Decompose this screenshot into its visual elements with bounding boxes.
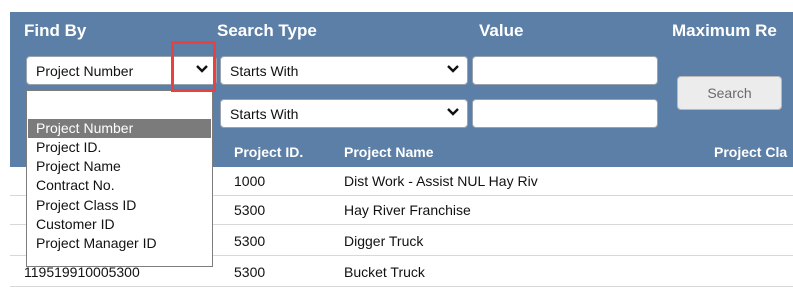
option-project-number[interactable]: Project Number xyxy=(28,119,211,138)
column-project-name[interactable]: Project Name xyxy=(344,144,433,160)
cell-project-id: 5300 xyxy=(234,264,266,280)
option-customer-id[interactable]: Customer ID xyxy=(28,215,211,234)
find-by-dropdown: Project Number Project ID. Project Name … xyxy=(26,90,213,267)
search-page: Find By Search Type Value Maximum Re Pro… xyxy=(0,0,793,290)
cell-project-id: 1000 xyxy=(234,173,266,189)
value-header: Value xyxy=(479,21,524,40)
value-input-1[interactable] xyxy=(472,56,658,85)
annotation-highlight-box xyxy=(171,41,216,92)
search-type-select-2[interactable]: Starts With xyxy=(220,99,468,128)
option-project-name[interactable]: Project Name xyxy=(28,157,211,176)
option-project-manager-id[interactable]: Project Manager ID xyxy=(28,234,211,253)
search-type-select-1[interactable]: Starts With xyxy=(220,56,468,85)
search-button[interactable]: Search xyxy=(677,76,782,110)
value-input-2[interactable] xyxy=(472,99,658,128)
cell-project-id: 5300 xyxy=(234,202,266,218)
option-project-class-id[interactable]: Project Class ID xyxy=(28,196,211,215)
find-by-value: Project Number xyxy=(36,63,134,79)
dropdown-blank-area xyxy=(27,91,212,119)
cell-project-name: Digger Truck xyxy=(344,233,424,249)
find-by-header: Find By xyxy=(24,21,87,40)
option-contract-no[interactable]: Contract No. xyxy=(28,176,211,195)
cell-project-name: Dist Work - Assist NUL Hay Riv xyxy=(344,173,538,189)
search-type-header: Search Type xyxy=(217,21,317,40)
search-type-value-2: Starts With xyxy=(230,106,299,122)
chevron-down-icon[interactable] xyxy=(446,105,460,119)
column-project-id[interactable]: Project ID. xyxy=(234,144,303,160)
chevron-down-icon[interactable] xyxy=(446,62,460,76)
option-project-id[interactable]: Project ID. xyxy=(28,138,211,157)
cell-project-name: Bucket Truck xyxy=(344,264,425,280)
search-type-value-1: Starts With xyxy=(230,63,299,79)
maximum-results-header: Maximum Re xyxy=(672,21,777,40)
column-project-class[interactable]: Project Cla xyxy=(714,144,787,160)
cell-project-id: 5300 xyxy=(234,233,266,249)
cell-project-name: Hay River Franchise xyxy=(344,202,471,218)
